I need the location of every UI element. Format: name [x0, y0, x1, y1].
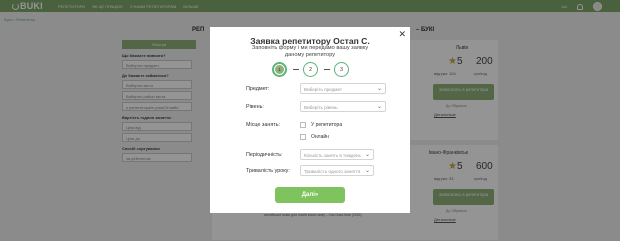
place-at-tutor-checkbox[interactable] — [300, 122, 306, 128]
chevron-down-icon: ⌄ — [364, 168, 370, 174]
frequency-label: Періодичність: — [246, 152, 283, 158]
next-button[interactable]: Далі» — [275, 187, 345, 203]
modal-subtitle: Заповніть форму і ми передамо вашу заявк… — [251, 45, 369, 58]
step-connector — [293, 69, 299, 70]
level-select[interactable]: Виберіть рівень ⌄ — [300, 101, 386, 112]
step-3: 3 — [334, 62, 349, 77]
chevron-down-icon: ⌄ — [376, 86, 382, 92]
duration-label: Тривалість уроку: — [246, 168, 290, 174]
chevron-down-icon: ⌄ — [364, 152, 370, 158]
step-indicator: 1 2 3 — [272, 62, 350, 77]
frequency-select[interactable]: Кількість занять в тиждень ⌄ — [300, 149, 374, 160]
chevron-down-icon: ⌄ — [376, 104, 382, 110]
tutor-request-modal: ✕ Заявка репетитору Остап С. Заповніть ф… — [210, 27, 410, 213]
level-label: Рівень: — [246, 104, 264, 110]
place-online-label[interactable]: Онлайн — [311, 134, 329, 140]
step-connector — [324, 69, 330, 70]
place-online-checkbox[interactable] — [300, 134, 306, 140]
subject-label: Предмет: — [246, 86, 270, 92]
place-at-tutor-label[interactable]: У репетитора — [311, 122, 342, 128]
step-1: 1 — [272, 62, 287, 77]
place-label: Місце занять: — [246, 122, 281, 128]
duration-select[interactable]: Тривалість одного заняття ⌄ — [300, 165, 374, 176]
subject-select[interactable]: Виберіть предмет ⌄ — [300, 83, 386, 94]
step-2: 2 — [303, 62, 318, 77]
